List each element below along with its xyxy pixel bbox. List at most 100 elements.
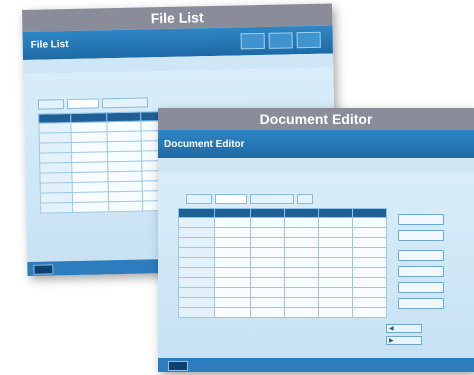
table-cell[interactable]: [249, 267, 285, 278]
table-cell[interactable]: [317, 287, 353, 298]
table-cell[interactable]: [283, 307, 319, 318]
table-cell[interactable]: [249, 257, 285, 268]
nav-button-forward[interactable]: ▶: [386, 336, 422, 345]
table-cell[interactable]: [317, 247, 353, 258]
table-cell[interactable]: [213, 237, 251, 248]
table-cell[interactable]: [108, 201, 143, 212]
table-cell[interactable]: [249, 297, 285, 308]
table-cell[interactable]: [72, 201, 109, 213]
table-row[interactable]: [168, 237, 387, 248]
table-cell[interactable]: [39, 172, 72, 184]
table-cell[interactable]: [38, 142, 71, 154]
table-cell[interactable]: [177, 227, 215, 238]
nav-button-back[interactable]: ◀: [386, 324, 422, 333]
table-cell[interactable]: [39, 152, 72, 164]
table-cell[interactable]: [40, 202, 73, 214]
tab-3[interactable]: [250, 194, 294, 204]
tab-2[interactable]: [66, 98, 100, 110]
table-cell[interactable]: [177, 277, 215, 288]
table-row[interactable]: [32, 200, 175, 214]
side-button-1[interactable]: [398, 214, 444, 225]
side-button-2[interactable]: [398, 230, 444, 241]
table-cell[interactable]: [283, 297, 319, 308]
table-cell[interactable]: [177, 247, 215, 258]
table-cell[interactable]: [213, 297, 251, 308]
table-cell[interactable]: [351, 257, 387, 268]
table-row[interactable]: [168, 277, 387, 288]
table-cell[interactable]: [213, 307, 251, 318]
table-cell[interactable]: [177, 237, 215, 248]
table-cell[interactable]: [351, 277, 387, 288]
tab-3[interactable]: [101, 97, 149, 109]
table-cell[interactable]: [249, 287, 285, 298]
table-cell[interactable]: [213, 227, 251, 238]
side-button-6[interactable]: [398, 298, 444, 309]
tab-4[interactable]: [297, 194, 313, 204]
header-button-1[interactable]: [240, 32, 265, 50]
table-cell[interactable]: [177, 287, 215, 298]
table-row[interactable]: [168, 287, 387, 298]
table-cell[interactable]: [213, 287, 251, 298]
table-row[interactable]: [168, 267, 387, 278]
table-cell[interactable]: [351, 297, 387, 308]
column-header[interactable]: [351, 208, 387, 218]
tab-1[interactable]: [186, 194, 212, 204]
tab-1[interactable]: [37, 99, 65, 110]
table-cell[interactable]: [317, 257, 353, 268]
table-cell[interactable]: [283, 247, 319, 258]
table-cell[interactable]: [213, 257, 251, 268]
header-button-3[interactable]: [296, 31, 321, 49]
table-cell[interactable]: [351, 307, 387, 318]
table-cell[interactable]: [317, 277, 353, 288]
table-cell[interactable]: [213, 217, 251, 228]
table-cell[interactable]: [283, 227, 319, 238]
table-cell[interactable]: [213, 277, 251, 288]
table-cell[interactable]: [249, 277, 285, 288]
table-cell[interactable]: [283, 287, 319, 298]
table-cell[interactable]: [317, 227, 353, 238]
table-cell[interactable]: [283, 257, 319, 268]
table-cell[interactable]: [351, 217, 387, 228]
table-cell[interactable]: [38, 122, 71, 134]
table-cell[interactable]: [283, 217, 319, 228]
table-cell[interactable]: [249, 237, 285, 248]
table-cell[interactable]: [249, 227, 285, 238]
table-cell[interactable]: [39, 162, 72, 174]
table-cell[interactable]: [317, 297, 353, 308]
table-cell[interactable]: [351, 237, 387, 248]
table-cell[interactable]: [351, 247, 387, 258]
table-cell[interactable]: [39, 192, 73, 204]
table-cell[interactable]: [317, 307, 353, 318]
table-row[interactable]: [168, 307, 387, 318]
column-header[interactable]: [177, 208, 215, 218]
table-cell[interactable]: [351, 267, 387, 278]
side-button-3[interactable]: [398, 250, 444, 261]
column-header[interactable]: [249, 208, 285, 218]
table-cell[interactable]: [283, 237, 319, 248]
side-button-5[interactable]: [398, 282, 444, 293]
table-cell[interactable]: [177, 307, 215, 318]
table-row[interactable]: [168, 257, 387, 268]
table-cell[interactable]: [177, 217, 215, 228]
table-cell[interactable]: [39, 182, 72, 194]
column-header[interactable]: [317, 208, 353, 218]
tab-2[interactable]: [215, 194, 247, 204]
column-header[interactable]: [213, 208, 251, 218]
table-cell[interactable]: [38, 132, 71, 144]
table-row[interactable]: [168, 227, 387, 238]
table-cell[interactable]: [177, 297, 215, 308]
footer-button[interactable]: [33, 264, 54, 275]
table-cell[interactable]: [317, 267, 353, 278]
table-cell[interactable]: [351, 227, 387, 238]
footer-button[interactable]: [168, 361, 188, 371]
table-cell[interactable]: [177, 257, 215, 268]
table-cell[interactable]: [317, 237, 353, 248]
table-cell[interactable]: [213, 267, 251, 278]
table-cell[interactable]: [177, 267, 215, 278]
table-row[interactable]: [168, 297, 387, 308]
table-row[interactable]: [168, 217, 387, 228]
table-cell[interactable]: [351, 287, 387, 298]
table-cell[interactable]: [283, 267, 319, 278]
table-cell[interactable]: [249, 217, 285, 228]
column-header[interactable]: [283, 208, 319, 218]
